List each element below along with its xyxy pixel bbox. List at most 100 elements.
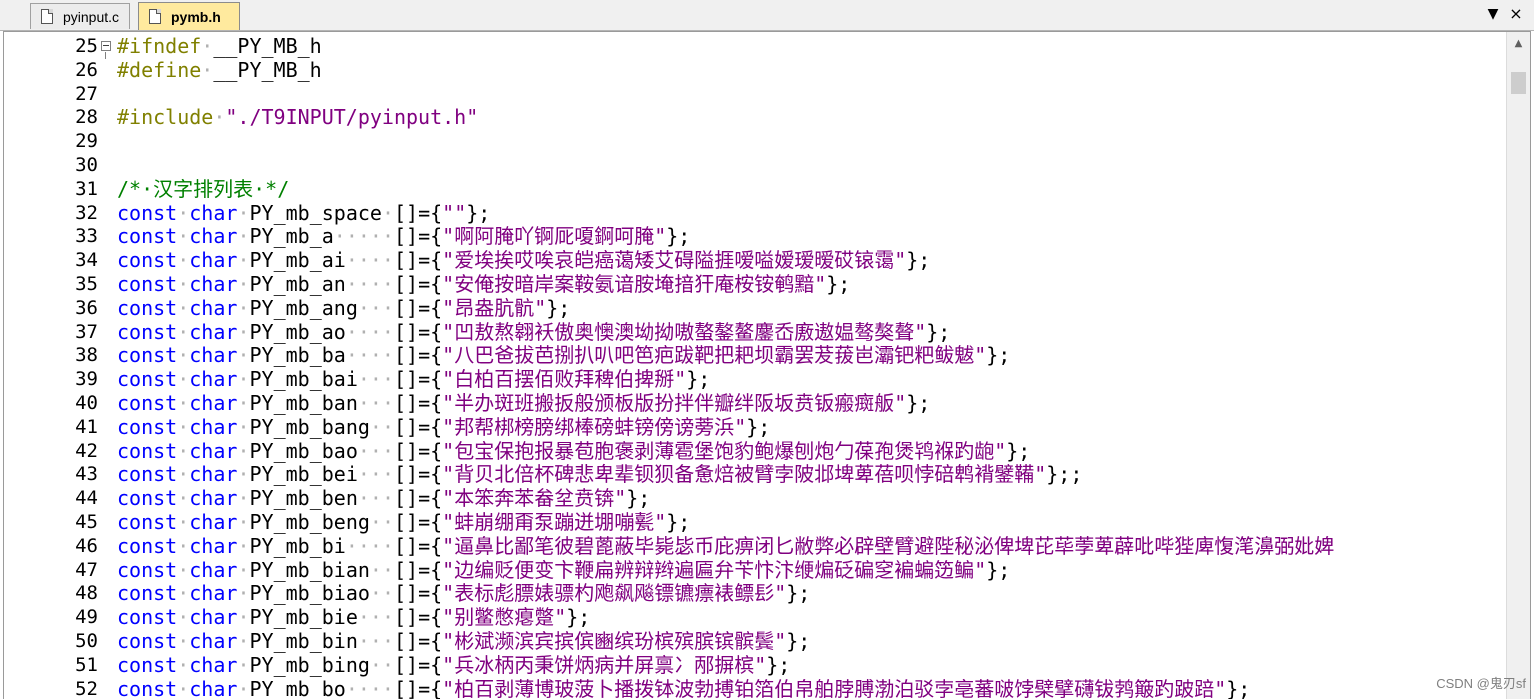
code-text: const·char·PY_mb_ban···[]={"半办斑班搬扳般颁板版扮拌… <box>117 391 930 416</box>
code-token: char <box>189 605 238 630</box>
tab-pyinput-c[interactable]: pyinput.c <box>30 3 130 29</box>
code-area[interactable]: 25 #ifndef·__PY_MB_h 26 #define·__PY_MB_h 27… <box>4 32 1507 699</box>
code-line[interactable]: 33 const·char·PY_mb_a·····[]={"啊阿腌吖锕厑嗄錒呵腌… <box>4 224 1507 249</box>
code-token: }; <box>766 652 791 677</box>
fold-collapse-icon[interactable] <box>101 41 111 51</box>
code-token: "表标彪膘婊骠杓飑飙飚镖镳瘭裱鳔髟" <box>442 581 787 606</box>
code-token: char <box>189 557 238 582</box>
code-line[interactable]: 49 const·char·PY_mb_bie···[]={"别鳖憋瘪蹩"}; <box>4 605 1507 630</box>
code-token: "包宝保抱报暴苞胞褒剥薄雹堡饱豹鲍爆刨炮勹葆孢煲鸨褓趵龅" <box>442 438 1007 463</box>
code-token: · <box>177 343 190 368</box>
code-token: /*·汉字排列表·*/ <box>117 176 290 201</box>
line-number: 39 <box>75 368 98 391</box>
code-token: char <box>189 581 238 606</box>
tab-pymb-h[interactable]: pymb.h <box>138 2 240 30</box>
code-line[interactable]: 40 const·char·PY_mb_ban···[]={"半办斑班搬扳般颁板版… <box>4 391 1507 416</box>
code-token: · <box>237 414 250 439</box>
code-token: const <box>117 557 178 582</box>
code-text: const·char·PY_mb_ao····[]={"凹敖熬翱袄傲奥懊澳坳拗嗷… <box>117 319 950 345</box>
code-token: · <box>177 319 190 344</box>
code-line[interactable]: 38 const·char·PY_mb_ba····[]={"八巴爸拔芭捌扒叭吧笆… <box>4 343 1507 368</box>
code-token: const <box>117 414 178 439</box>
code-token: ··· <box>357 367 394 392</box>
code-token: "别鳖憋瘪蹩" <box>442 605 567 630</box>
code-token: []={ <box>393 367 443 392</box>
code-token: "啊阿腌吖锕厑嗄錒呵腌" <box>442 224 667 249</box>
code-token: PY_mb_an <box>249 272 346 296</box>
code-line[interactable]: 47 const·char·PY_mb_bian··[]={"边编贬便变卞鞭扁辨辩… <box>4 557 1507 583</box>
code-token: · <box>237 200 250 225</box>
code-line[interactable]: 26 #define·__PY_MB_h <box>4 57 1507 83</box>
code-token: "./T9INPUT/pyinput.h" <box>225 105 479 130</box>
code-token: · <box>237 676 250 699</box>
code-line[interactable]: 42 const·char·PY_mb_bao···[]={"包宝保抱报暴苞胞褒剥… <box>4 438 1507 464</box>
code-token: · <box>201 57 214 82</box>
code-token: const <box>117 510 178 534</box>
line-number: 49 <box>75 606 98 629</box>
scroll-up-icon[interactable]: ▲ <box>1507 32 1530 54</box>
line-number: 36 <box>75 296 98 319</box>
code-token: "边编贬便变卞鞭扁辨辩辫遍匾弁苄忭汴缏煸砭碥窆褊蝙笾鳊" <box>442 557 987 582</box>
code-token: #ifndef <box>117 34 202 58</box>
line-number: 40 <box>75 392 98 414</box>
code-token: · <box>177 224 190 249</box>
tab-dropdown-icon[interactable]: ▼ <box>1484 6 1502 22</box>
code-line[interactable]: 50 const·char·PY_mb_bin···[]={"彬斌濒滨宾摈傧豳缤玢… <box>4 629 1507 654</box>
code-token: []={ <box>394 224 443 249</box>
code-token: · <box>237 248 250 273</box>
code-token: ·· <box>369 557 394 582</box>
code-line[interactable]: 41 const·char·PY_mb_bang··[]={"邦帮梆榜膀绑棒磅蚌镑… <box>4 414 1507 440</box>
code-line[interactable]: 36 const·char·PY_mb_ang···[]={"昂盎肮骯"}; <box>4 296 1507 321</box>
line-number: 33 <box>75 225 98 248</box>
close-tab-icon[interactable]: × <box>1507 4 1525 23</box>
code-line[interactable]: 52 const·char·PY_mb_bo····[]={"柏百剥薄博玻菠卜播拨… <box>4 676 1507 699</box>
code-token: · <box>237 224 250 249</box>
code-token: []={ <box>393 248 443 273</box>
code-token: PY_mb_bing <box>249 652 370 677</box>
code-line[interactable]: 43 const·char·PY_mb_bei···[]={"背贝北倍杯碑悲卑辈钡… <box>4 462 1507 487</box>
code-line[interactable]: 46 const·char·PY_mb_bi····[]={"逼鼻比鄙笔彼碧蓖蔽毕… <box>4 533 1507 559</box>
code-line[interactable]: 39 const·char·PY_mb_bai···[]={"白柏百摆佰败拜稗伯捭… <box>4 367 1507 392</box>
code-line[interactable]: 29 <box>4 130 1507 154</box>
code-token: "背贝北倍杯碑悲卑辈钡狈备惫焙被臂孛陂邶埤萆蓓呗悖碚鹎褙鐾鞴" <box>442 462 1047 487</box>
code-token: []={ <box>393 343 443 368</box>
code-token: · <box>201 34 214 58</box>
code-token: · <box>177 462 190 487</box>
code-token: ··· <box>357 486 394 511</box>
code-token: "凹敖熬翱袄傲奥懊澳坳拗嗷螯鏊鳌鏖岙廒遨媪骜獒聱" <box>442 319 927 344</box>
code-token: char <box>189 652 238 677</box>
code-token: "逼鼻比鄙笔彼碧蓖蔽毕毙毖币庇痹闭匕敝弊必辟壁臂避陛秘泌俾埤芘荜荸萆薜吡哔狴庳愎… <box>442 533 1335 558</box>
code-token: }; <box>686 367 711 392</box>
code-line[interactable]: 28 #include·"./T9INPUT/pyinput.h" <box>4 105 1507 130</box>
code-token: · <box>177 557 190 582</box>
code-line[interactable]: 37 const·char·PY_mb_ao····[]={"凹敖熬翱袄傲奥懊澳坳… <box>4 319 1507 345</box>
code-token: ···· <box>345 272 394 296</box>
code-line[interactable]: 51 const·char·PY_mb_bing··[]={"兵冰柄丙秉饼炳病并屏… <box>4 652 1507 678</box>
code-line[interactable]: 35 const·char·PY_mb_an····[]={"安俺按暗岸案鞍氨谙胺… <box>4 272 1507 297</box>
code-line[interactable]: 44 const·char·PY_mb_ben···[]={"本笨奔苯畚坌贲锛"}… <box>4 486 1507 511</box>
code-token: char <box>189 676 238 699</box>
line-number: 44 <box>75 487 98 510</box>
vertical-scrollbar[interactable]: ▲ <box>1506 32 1530 699</box>
code-token: const <box>117 391 178 415</box>
code-line[interactable]: 31 /*·汉字排列表·*/ <box>4 176 1507 202</box>
code-token: ·· <box>369 652 394 677</box>
code-line[interactable]: 25 #ifndef·__PY_MB_h <box>4 34 1507 59</box>
code-line[interactable]: 27 <box>4 83 1507 107</box>
code-editor[interactable]: 25 #ifndef·__PY_MB_h 26 #define·__PY_MB_h 27… <box>3 31 1531 699</box>
file-icon <box>41 9 53 24</box>
code-token: []={ <box>393 438 443 463</box>
code-token: const <box>117 605 178 630</box>
code-line[interactable]: 32 const·char·PY_mb_space·[]={""}; <box>4 200 1507 226</box>
line-number: 42 <box>75 439 98 462</box>
code-token: ····· <box>333 224 394 249</box>
code-line[interactable]: 48 const·char·PY_mb_biao··[]={"表标彪膘婊骠杓飑飙飚… <box>4 581 1507 606</box>
code-line[interactable]: 45 const·char·PY_mb_beng··[]={"蚌崩绷甭泵蹦迸堋嘣甏… <box>4 510 1507 535</box>
code-token: const <box>117 200 178 225</box>
line-number: 38 <box>75 344 98 367</box>
code-token: "柏百剥薄博玻菠卜播拨钵波勃搏铂箔伯帛舶脖膊渤泊驳孛亳蕃啵饽檗擘礴钹鹁簸趵跛踣" <box>442 676 1227 699</box>
code-line[interactable]: 34 const·char·PY_mb_ai····[]={"爱埃挨哎唉哀皑癌蔼矮… <box>4 248 1507 273</box>
line-number: 46 <box>75 534 98 557</box>
scrollbar-thumb[interactable] <box>1511 72 1526 94</box>
code-line[interactable]: 30 <box>4 154 1507 178</box>
